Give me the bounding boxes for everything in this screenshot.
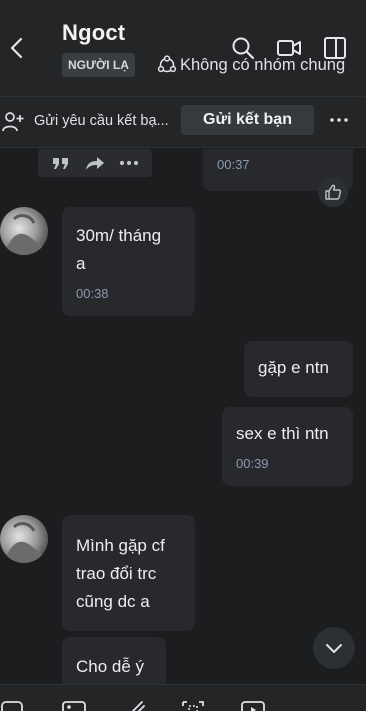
message-time: 00:37 [217,157,250,172]
attachment-icon[interactable] [126,698,150,711]
contact-name[interactable]: Ngoct [62,20,125,46]
chevron-down-icon [326,644,342,653]
send-friend-request-button[interactable]: Gửi kết bạn [181,105,314,135]
message-bubble[interactable]: gặp e ntn [244,341,353,397]
sticker-icon[interactable] [0,698,24,711]
composer-toolbar [0,684,366,711]
more-tools-icon[interactable] [302,698,326,711]
stranger-badge: NGƯỜI LẠ [62,53,135,77]
message-text: 30m/ tháng a [76,226,162,273]
message-time: 00:38 [76,286,109,301]
forward-icon[interactable] [84,154,106,172]
chat-header: Ngoct NGƯỜI LẠ Không có nhóm chung [0,0,366,96]
more-actions-icon[interactable] [118,154,140,172]
avatar[interactable] [0,207,48,255]
quote-icon[interactable] [50,154,72,172]
message-text: sex e thì ntn [236,424,329,443]
avatar-image [0,207,48,255]
search-icon[interactable] [230,35,256,61]
back-arrow-icon[interactable] [6,33,28,63]
reaction-button[interactable] [318,177,348,207]
message-bubble[interactable]: 30m/ tháng a 00:38 [62,207,195,316]
scroll-to-bottom-button[interactable] [313,627,355,669]
message-actions [38,149,152,177]
avatar-image [0,515,48,563]
friend-request-text: Gửi yêu cầu kết bạ... [34,113,169,129]
message-bubble[interactable]: sex e thì ntn 00:39 [222,407,353,486]
common-groups-label: Không có nhóm chung [180,55,346,74]
screenshot-icon[interactable] [181,698,205,711]
message-bubble[interactable]: Mình gặp cf trao đổi trc cũng dc a [62,515,195,631]
video-message-icon[interactable] [241,698,265,711]
message-bubble[interactable]: Cho dễ ý [62,637,166,684]
thumbs-up-icon [325,184,342,200]
message-text: Mình gặp cf trao đổi trc cũng dc a [76,536,165,611]
chat-area[interactable]: 00:37 30m/ tháng a 00:38 gặp e ntn sex e… [0,149,366,684]
message-text: gặp e ntn [258,358,329,377]
message-time: 00:39 [236,456,269,471]
image-icon[interactable] [62,698,86,711]
more-options-icon[interactable] [328,109,350,131]
message-text: Cho dễ ý [76,657,145,676]
add-friend-icon [2,112,24,132]
friend-request-bar: Gửi yêu cầu kết bạ... Gửi kết bạn [0,96,366,148]
sidebar-toggle-icon[interactable] [322,35,348,61]
video-call-icon[interactable] [276,35,302,61]
avatar[interactable] [0,515,48,563]
group-icon [157,55,177,73]
